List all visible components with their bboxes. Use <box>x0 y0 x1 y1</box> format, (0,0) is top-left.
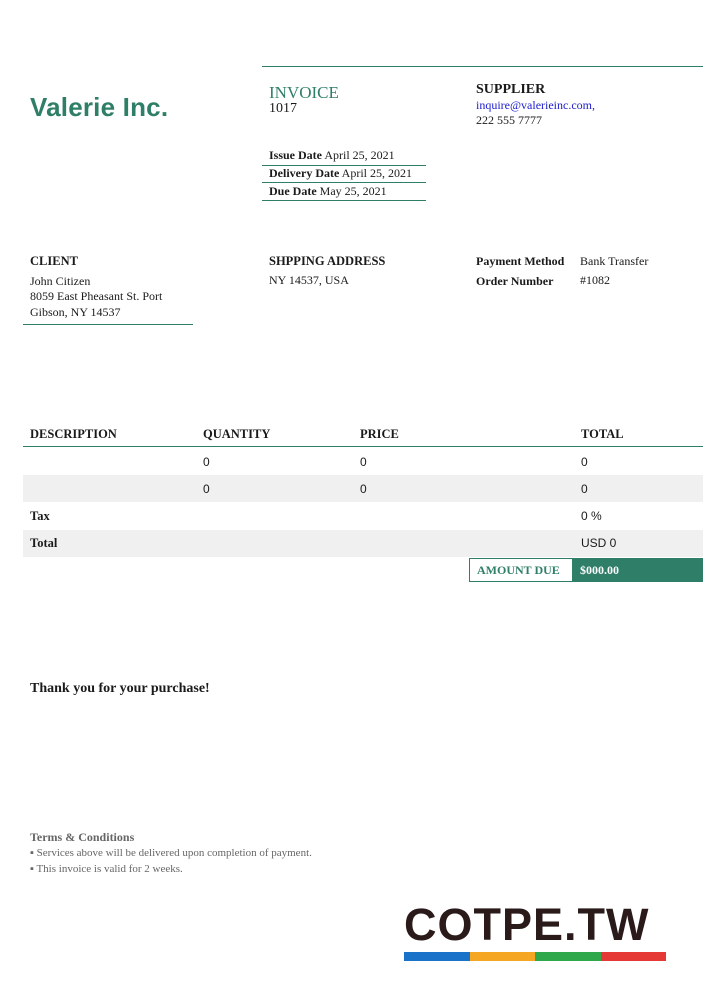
client-rule <box>23 324 193 325</box>
amount-due-label: AMOUNT DUE <box>469 558 573 582</box>
invoice-title: INVOICE <box>269 83 339 102</box>
invoice-number: 1017 <box>269 101 297 116</box>
total-label: Total <box>30 536 58 550</box>
column-header-price: PRICE <box>360 427 399 441</box>
issue-date-label: Issue Date <box>269 148 322 162</box>
date-rule <box>262 200 426 201</box>
client-title: CLIENT <box>30 254 78 268</box>
due-date-value: May 25, 2021 <box>319 184 387 198</box>
client-name: John Citizen <box>30 274 91 288</box>
issue-date-value: April 25, 2021 <box>324 148 395 162</box>
supplier-email-link[interactable]: inquire@valerieinc.com, <box>476 98 595 113</box>
row-quantity: 0 <box>203 455 210 469</box>
order-number-value: #1082 <box>580 273 610 287</box>
tax-label: Tax <box>30 509 50 523</box>
payment-method-label: Payment Method <box>476 254 565 268</box>
watermark-logo: COTPE.TW <box>404 901 666 961</box>
thank-you-message: Thank you for your purchase! <box>30 681 210 696</box>
delivery-date-label: Delivery Date <box>269 166 340 180</box>
shipping-address: NY 14537, USA <box>269 273 349 287</box>
amount-due-value: $000.00 <box>573 558 703 582</box>
supplier-title: SUPPLIER <box>476 82 546 97</box>
top-rule <box>262 66 703 67</box>
delivery-date-value: April 25, 2021 <box>341 166 412 180</box>
terms-title: Terms & Conditions <box>30 830 135 844</box>
issue-date: Issue Date April 25, 2021 <box>269 148 395 163</box>
client-street: 8059 East Pheasant St. Port <box>30 289 163 303</box>
client-city: Gibson, NY 14537 <box>30 305 121 319</box>
due-date-label: Due Date <box>269 184 317 198</box>
row-price: 0 <box>360 482 367 496</box>
date-rule <box>262 182 426 183</box>
order-number-label: Order Number <box>476 274 554 288</box>
color-bar-segment <box>600 952 666 961</box>
row-total: 0 <box>581 455 588 469</box>
color-bar-segment <box>404 952 470 961</box>
column-header-quantity: QUANTITY <box>203 427 271 441</box>
table-header-rule <box>23 446 703 447</box>
shipping-title: SHPPING ADDRESS <box>269 254 386 268</box>
term-item: ▪ This invoice is valid for 2 weeks. <box>30 863 183 875</box>
row-price: 0 <box>360 455 367 469</box>
watermark-text: COTPE.TW <box>404 899 650 950</box>
row-total: 0 <box>581 482 588 496</box>
due-date: Due Date May 25, 2021 <box>269 184 387 199</box>
watermark-color-bar <box>404 952 666 961</box>
term-item: ▪ Services above will be delivered upon … <box>30 847 312 859</box>
company-name: Valerie Inc. <box>30 92 169 122</box>
total-value: USD 0 <box>581 536 617 550</box>
color-bar-segment <box>469 952 535 961</box>
column-header-total: TOTAL <box>581 427 624 441</box>
tax-value: 0 % <box>581 509 602 523</box>
color-bar-segment <box>535 952 601 961</box>
column-header-description: DESCRIPTION <box>30 427 117 441</box>
supplier-phone: 222 555 7777 <box>476 113 542 127</box>
row-quantity: 0 <box>203 482 210 496</box>
payment-method-value: Bank Transfer <box>580 254 649 268</box>
delivery-date: Delivery Date April 25, 2021 <box>269 166 412 181</box>
